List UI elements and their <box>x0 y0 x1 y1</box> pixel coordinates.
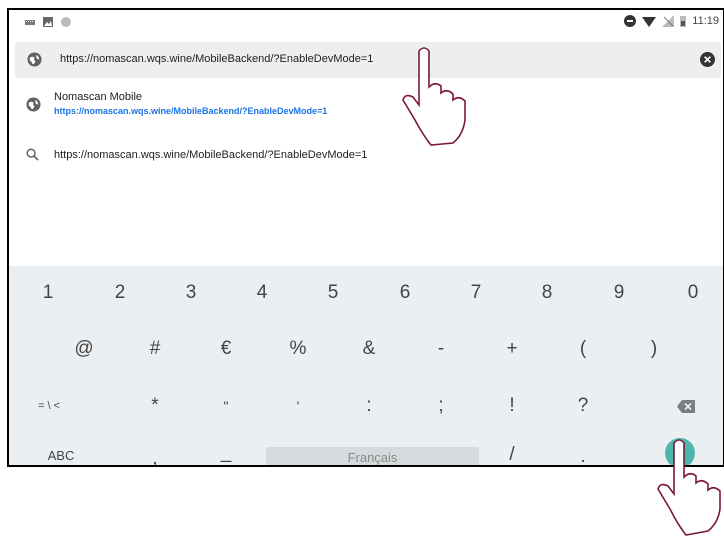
wifi-icon <box>642 17 657 27</box>
url-input[interactable]: https://nomascan.wqs.wine/MobileBackend/… <box>60 53 373 65</box>
keyboard-notification-icon <box>25 20 35 25</box>
key-5[interactable]: 5 <box>318 278 348 308</box>
key-slash[interactable]: / <box>497 442 527 465</box>
key-1[interactable]: 1 <box>33 278 63 308</box>
globe-icon <box>26 97 41 112</box>
search-icon <box>26 148 39 161</box>
key-minus[interactable]: - <box>426 334 456 364</box>
suggestion-bookmark[interactable]: Nomascan Mobile https://nomascan.wqs.win… <box>9 89 723 129</box>
key-3[interactable]: 3 <box>176 278 206 308</box>
key-open-paren[interactable]: ( <box>568 334 598 364</box>
key-percent[interactable]: % <box>283 334 313 364</box>
key-more-symbols[interactable]: = \ < <box>27 391 71 421</box>
key-plus[interactable]: + <box>497 334 527 364</box>
image-notification-icon <box>43 17 53 27</box>
circle-notification-icon <box>61 17 71 27</box>
key-2[interactable]: 2 <box>105 278 135 308</box>
status-time: 11:19 <box>692 15 719 27</box>
abc-key[interactable]: ABC <box>39 442 83 465</box>
url-bar[interactable]: https://nomascan.wqs.wine/MobileBackend/… <box>15 42 721 78</box>
suggestion-title: Nomascan Mobile <box>54 91 143 103</box>
key-7[interactable]: 7 <box>461 278 491 308</box>
key-period[interactable]: . <box>568 444 598 465</box>
suggestion-title: https://nomascan.wqs.wine/MobileBackend/… <box>54 149 368 161</box>
key-ampersand[interactable]: & <box>354 334 384 364</box>
key-close-paren[interactable]: ) <box>639 334 669 364</box>
key-underscore[interactable]: _ <box>211 440 241 465</box>
key-exclamation[interactable]: ! <box>497 391 527 421</box>
suggestion-url: https://nomascan.wqs.wine/MobileBackend/… <box>54 106 328 116</box>
backspace-key[interactable] <box>671 393 701 419</box>
keyboard: 1 2 3 4 5 6 7 8 9 0 @ # € % & - + ( ) = … <box>9 266 723 465</box>
status-bar: 11:19 <box>9 10 723 36</box>
backspace-icon <box>677 399 695 413</box>
key-euro[interactable]: € <box>211 334 241 364</box>
key-question[interactable]: ? <box>568 391 598 421</box>
key-colon[interactable]: : <box>354 391 384 421</box>
key-0[interactable]: 0 <box>678 278 708 308</box>
key-hash[interactable]: # <box>140 334 170 364</box>
key-8[interactable]: 8 <box>532 278 562 308</box>
key-6[interactable]: 6 <box>390 278 420 308</box>
key-at[interactable]: @ <box>69 334 99 364</box>
screen: 11:19 https://nomascan.wqs.wine/MobileBa… <box>7 8 724 467</box>
key-double-quote[interactable]: " <box>211 391 241 421</box>
key-single-quote[interactable]: ' <box>283 391 313 421</box>
key-4[interactable]: 4 <box>247 278 277 308</box>
no-signal-icon <box>662 15 675 27</box>
key-semicolon[interactable]: ; <box>426 391 456 421</box>
key-9[interactable]: 9 <box>604 278 634 308</box>
do-not-disturb-icon <box>624 15 637 27</box>
key-comma[interactable]: , <box>140 446 170 465</box>
clear-icon[interactable] <box>700 52 715 67</box>
globe-icon <box>27 52 42 67</box>
suggestion-search[interactable]: https://nomascan.wqs.wine/MobileBackend/… <box>9 144 723 174</box>
key-asterisk[interactable]: * <box>140 391 170 421</box>
space-bar[interactable]: Français <box>266 447 479 465</box>
enter-key[interactable] <box>665 438 695 465</box>
battery-icon <box>680 16 687 27</box>
